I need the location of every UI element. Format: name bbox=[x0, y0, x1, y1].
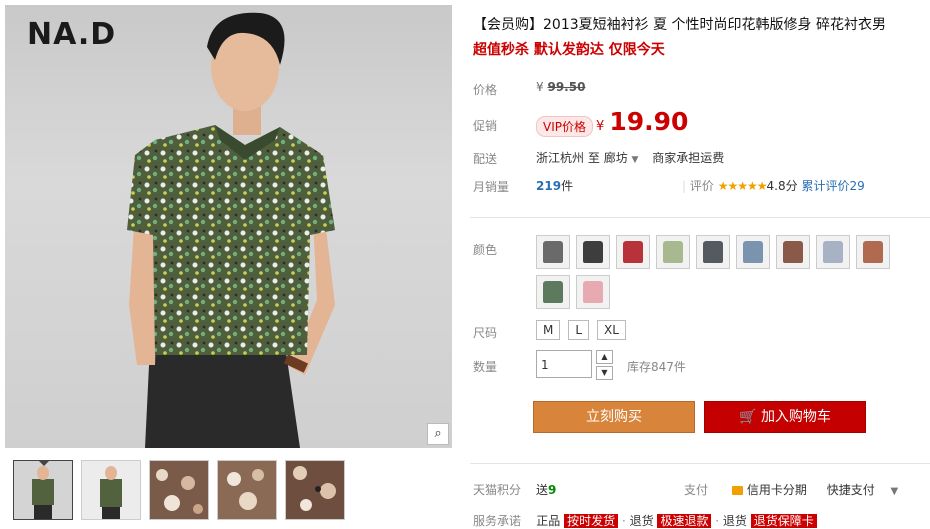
shirt-swatch-icon bbox=[583, 241, 603, 263]
shirt-swatch-icon bbox=[543, 241, 563, 263]
ship-destination[interactable]: 廊坊 bbox=[604, 151, 628, 165]
shirt-swatch-icon bbox=[623, 241, 643, 263]
color-swatch[interactable] bbox=[696, 235, 730, 269]
currency-symbol: ¥ bbox=[596, 119, 605, 134]
thumbnail-2[interactable] bbox=[81, 460, 141, 520]
quick-pay-link[interactable]: 快捷支付 bbox=[827, 483, 875, 497]
monthly-sales: 219件 bbox=[536, 177, 573, 194]
ship-from: 浙江杭州 bbox=[536, 151, 585, 165]
sales-unit: 件 bbox=[561, 179, 574, 193]
ship-to-word: 至 bbox=[587, 151, 600, 165]
decrement-icon[interactable]: ▼ bbox=[596, 366, 613, 380]
shirt-swatch-icon bbox=[863, 241, 883, 263]
stock-info: 库存847件 bbox=[627, 360, 686, 374]
color-swatch[interactable] bbox=[856, 235, 890, 269]
price-label: 价格 bbox=[473, 83, 498, 97]
product-subtitle: 超值秒杀 默认发韵达 仅限今天 bbox=[473, 42, 665, 58]
shipping-label: 配送 bbox=[473, 152, 498, 166]
shipping-note: 商家承担运费 bbox=[652, 151, 725, 165]
thumbnail-fabric-image bbox=[150, 461, 208, 519]
credit-installment-link[interactable]: 信用卡分期 bbox=[747, 483, 807, 497]
color-label: 颜色 bbox=[473, 243, 498, 257]
color-swatch-list bbox=[536, 235, 926, 309]
main-product-image[interactable]: NA.D ⌕ bbox=[5, 5, 452, 448]
shirt-swatch-icon bbox=[783, 241, 803, 263]
thumbnail-5[interactable] bbox=[285, 460, 345, 520]
sale-price-value: 19.90 bbox=[609, 107, 689, 136]
shipping-info: 浙江杭州 至 廊坊 ▼ 商家承担运费 bbox=[536, 149, 724, 166]
star-rating-icon: ★★★★★ bbox=[717, 179, 768, 193]
shirt-swatch-icon bbox=[663, 241, 683, 263]
color-swatch[interactable] bbox=[816, 235, 850, 269]
color-swatch[interactable] bbox=[616, 235, 650, 269]
vip-badge: VIP价格 bbox=[536, 116, 593, 137]
points-value: 送9 bbox=[536, 481, 556, 498]
size-options: M L XL bbox=[536, 320, 626, 340]
pay-label: 支付 bbox=[684, 483, 709, 497]
product-title: 【会员购】2013夏短袖衬衫 夏 个性时尚印花韩版修身 碎花衬衣男 bbox=[473, 17, 886, 33]
shirt-swatch-icon bbox=[583, 281, 603, 303]
original-price: ¥ 99.50 bbox=[536, 80, 585, 94]
color-swatch[interactable] bbox=[736, 235, 770, 269]
thumbnail-3[interactable] bbox=[149, 460, 209, 520]
shirt-swatch-icon bbox=[823, 241, 843, 263]
payment-options: 支付 信用卡分期 快捷支付 ▼ bbox=[684, 481, 898, 498]
section-divider bbox=[470, 463, 930, 464]
color-swatch[interactable] bbox=[776, 235, 810, 269]
buy-now-button[interactable]: 立刻购买 bbox=[533, 401, 695, 433]
quantity-input[interactable]: 1 bbox=[536, 350, 592, 378]
quantity-label: 数量 bbox=[473, 360, 498, 374]
color-swatch[interactable] bbox=[576, 235, 610, 269]
model-illustration bbox=[127, 12, 335, 448]
credit-card-icon bbox=[731, 486, 743, 495]
currency-symbol: ¥ bbox=[536, 80, 544, 94]
thumbnail-fabric-image bbox=[286, 461, 344, 519]
size-option-l[interactable]: L bbox=[568, 320, 590, 340]
color-swatch[interactable] bbox=[656, 235, 690, 269]
rating-info: | 评价 ★★★★★4.8分 累计评价29 bbox=[682, 177, 865, 194]
size-option-xl[interactable]: XL bbox=[597, 320, 626, 340]
points-number: 9 bbox=[548, 483, 557, 497]
thumbnail-strip bbox=[13, 460, 345, 520]
shirt-swatch-icon bbox=[703, 241, 723, 263]
chevron-down-icon[interactable]: ▼ bbox=[632, 155, 639, 165]
thumbnail-1[interactable] bbox=[13, 460, 73, 520]
color-swatch[interactable] bbox=[576, 275, 610, 309]
cart-icon: 🛒 bbox=[739, 409, 757, 425]
thumbnail-fabric-image bbox=[218, 461, 276, 519]
sale-price: ¥ 19.90 bbox=[596, 107, 688, 136]
original-price-value: 99.50 bbox=[547, 80, 586, 94]
section-divider bbox=[470, 217, 930, 218]
magnifier-icon[interactable]: ⌕ bbox=[427, 423, 449, 445]
shirt-swatch-icon bbox=[543, 281, 563, 303]
size-option-m[interactable]: M bbox=[536, 320, 561, 340]
divider: | bbox=[682, 179, 687, 193]
quantity-stepper: ▲ ▼ bbox=[596, 350, 613, 380]
points-prefix: 送 bbox=[536, 483, 549, 497]
thumbnail-model-image bbox=[14, 461, 72, 519]
promo-label: 促销 bbox=[473, 119, 498, 133]
color-swatch[interactable] bbox=[536, 275, 570, 309]
points-label: 天猫积分 bbox=[473, 483, 522, 497]
monthly-sales-label: 月销量 bbox=[473, 180, 510, 194]
size-label: 尺码 bbox=[473, 326, 498, 340]
shirt-swatch-icon bbox=[743, 241, 763, 263]
increment-icon[interactable]: ▲ bbox=[596, 350, 613, 364]
rating-score: 4.8分 bbox=[766, 179, 798, 193]
color-swatch[interactable] bbox=[536, 235, 570, 269]
chevron-down-icon[interactable]: ▼ bbox=[891, 486, 899, 497]
rating-label: 评价 bbox=[689, 179, 714, 193]
add-to-cart-label: 加入购物车 bbox=[760, 409, 831, 425]
add-to-cart-button[interactable]: 🛒 加入购物车 bbox=[704, 401, 866, 433]
review-count-link[interactable]: 累计评价29 bbox=[801, 179, 864, 193]
service-promises: 服务承诺 正品 按时发货 · 退货 极速退款 · 退货 退货保障卡 bbox=[473, 512, 817, 529]
thumbnail-4[interactable] bbox=[217, 460, 277, 520]
thumbnail-model-image bbox=[82, 461, 140, 519]
sales-count: 219 bbox=[536, 179, 562, 193]
